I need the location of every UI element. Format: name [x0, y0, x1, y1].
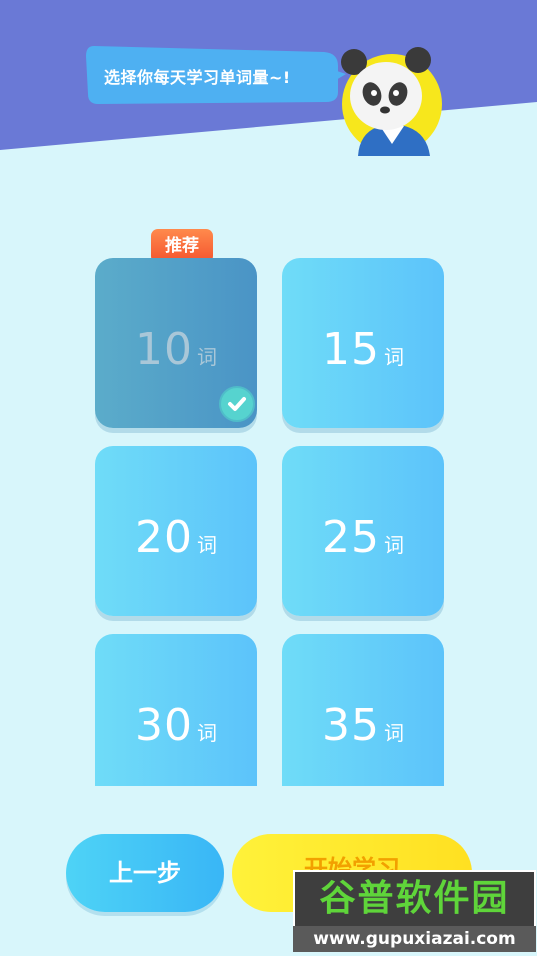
watermark-url: www.gupuxiazai.com — [293, 926, 536, 952]
option-unit: 词 — [384, 721, 404, 745]
option-card-25[interactable]: 25 词 — [282, 446, 444, 616]
option-unit: 词 — [384, 533, 404, 557]
prev-step-button[interactable]: 上一步 — [66, 834, 224, 912]
panda-mascot-icon — [341, 47, 442, 156]
watermark: 谷普软件园 www.gupuxiazai.com — [293, 870, 536, 952]
option-number: 20 — [135, 512, 193, 563]
option-number: 25 — [322, 512, 380, 563]
option-number: 15 — [322, 324, 380, 375]
option-card-30[interactable]: 30 词 — [95, 634, 257, 786]
option-card-20[interactable]: 20 词 — [95, 446, 257, 616]
option-number: 10 — [135, 324, 193, 375]
option-unit: 词 — [197, 345, 217, 369]
option-number: 35 — [322, 700, 380, 751]
option-number: 30 — [135, 700, 193, 751]
prompt-text: 选择你每天学习单词量~! — [104, 68, 291, 87]
check-icon — [219, 386, 255, 422]
option-card-35[interactable]: 35 词 — [282, 634, 444, 786]
option-unit: 词 — [197, 721, 217, 745]
option-card-10[interactable]: 10 词 — [95, 258, 257, 428]
option-card-15[interactable]: 15 词 — [282, 258, 444, 428]
watermark-name: 谷普软件园 — [293, 870, 536, 928]
option-unit: 词 — [197, 533, 217, 557]
option-unit: 词 — [384, 345, 404, 369]
